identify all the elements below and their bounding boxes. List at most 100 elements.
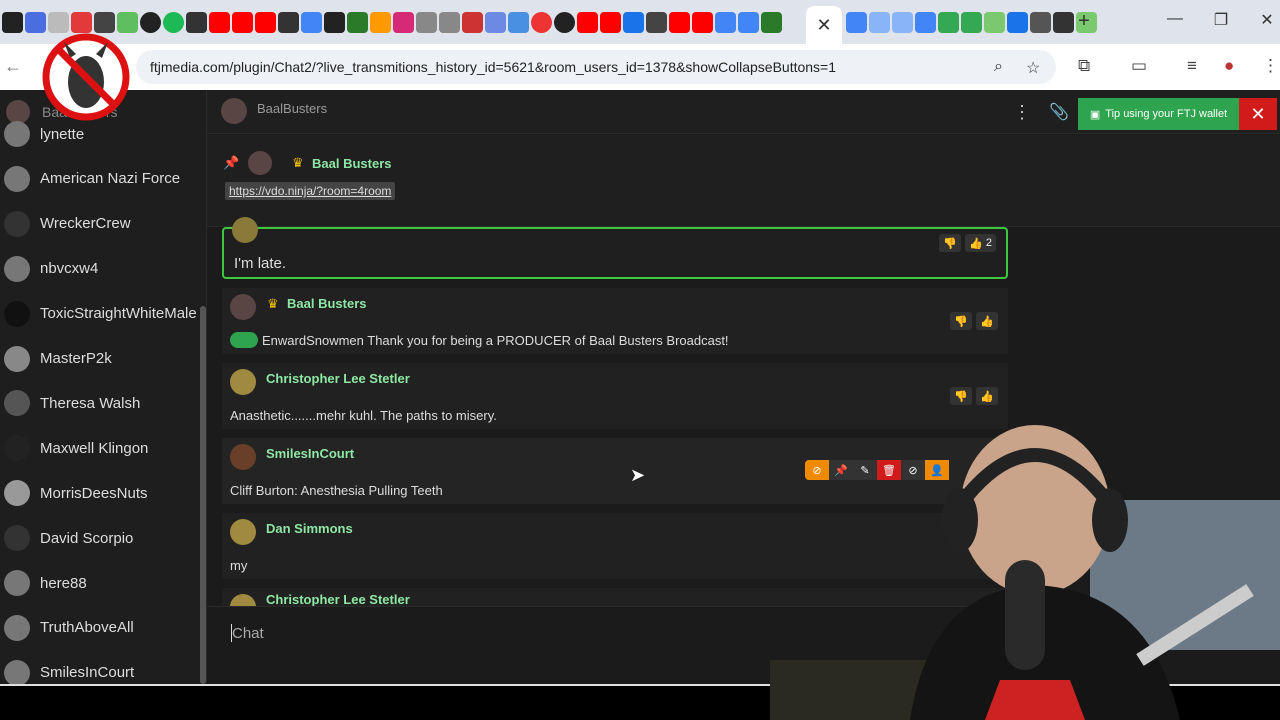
chat-input-placeholder[interactable]: Chat xyxy=(232,625,264,642)
browser-toolbar: ← ftjmedia.com/plugin/Chat2/?live_transm… xyxy=(0,44,1280,90)
thumbs-down-icon[interactable]: 👎 xyxy=(950,387,972,405)
thumbs-up-icon[interactable]: 👍 xyxy=(976,387,998,405)
chat-app: BaalBusters lynette American Nazi Force Wr… xyxy=(0,90,1280,684)
sidebar-user-name: MasterP2k xyxy=(40,350,112,367)
room-avatar xyxy=(221,98,247,124)
close-tab-icon[interactable]: ✕ xyxy=(816,15,831,36)
sidebar-user-item[interactable]: American Nazi Force xyxy=(0,159,200,199)
sidebar-scrollbar[interactable] xyxy=(200,306,206,684)
sidebar-user-item[interactable]: TruthAboveAll xyxy=(0,608,200,648)
sidebar-user-item[interactable]: nbvcxw4 xyxy=(0,249,200,289)
sidebar-user-item[interactable]: ToxicStraightWhiteMale xyxy=(0,294,200,334)
sidebar-user-name: Maxwell Klingon xyxy=(40,439,149,457)
thumbs-down-icon[interactable]: 👎 xyxy=(939,234,962,252)
room-title: BaalBusters xyxy=(257,101,328,116)
thumbs-down-icon[interactable]: 👎 xyxy=(976,537,998,555)
vote-buttons: 👎 👍 xyxy=(950,312,998,330)
url-text[interactable]: ftjmedia.com/plugin/Chat2/?live_transmit… xyxy=(150,59,836,75)
close-window-icon[interactable]: ✕ xyxy=(1252,10,1280,30)
sidebar-user-item[interactable]: David Scorpio xyxy=(0,518,200,558)
avatar xyxy=(4,345,30,372)
message-text: my xyxy=(230,558,248,573)
cast-icon[interactable]: ▭ xyxy=(1131,56,1147,76)
sidebar-user-item[interactable]: MorrisDeesNuts xyxy=(0,473,200,513)
search-icon[interactable]: ⌕ xyxy=(994,58,1003,76)
block-icon[interactable]: ⊘ xyxy=(901,460,925,480)
edit-icon[interactable]: ✎ xyxy=(853,460,877,480)
chat-message: I'm late. 👎 👍 2 xyxy=(222,217,1008,279)
crown-icon: ♛ xyxy=(292,155,304,170)
avatar xyxy=(230,369,256,395)
chat-message: ♛ Baal Busters EnwardSnowmen Thank you f… xyxy=(222,288,1008,354)
pin-action-icon[interactable]: 📌 xyxy=(829,460,853,480)
sidebar-user-item[interactable]: WreckerCrew xyxy=(0,204,200,244)
sidebar-user-item[interactable]: Theresa Walsh xyxy=(0,383,200,423)
avatar xyxy=(4,121,30,147)
pinned-author[interactable]: Baal Busters xyxy=(312,156,391,171)
media-controls-icon[interactable]: ≡ xyxy=(1187,56,1197,76)
avatar xyxy=(4,525,30,552)
sidebar-user-name: Theresa Walsh xyxy=(40,394,141,412)
extensions-icon[interactable]: ⧉ xyxy=(1078,56,1090,76)
delete-icon[interactable]: 🗑 xyxy=(877,460,901,480)
sidebar-user-name: ToxicStraightWhiteMale xyxy=(40,305,197,323)
avatar xyxy=(4,614,30,641)
more-options-icon[interactable]: ⋮ xyxy=(1013,102,1031,123)
sidebar-user-item[interactable]: here88 xyxy=(0,563,200,603)
message-author[interactable]: Dan Simmons xyxy=(266,521,353,536)
bookmark-star-icon[interactable]: ☆ xyxy=(1026,58,1040,78)
sidebar-user-name: TruthAboveAll xyxy=(40,619,134,637)
sidebar-user-name: MorrisDeesNuts xyxy=(40,484,148,502)
sidebar-user-name: American Nazi Force xyxy=(40,170,181,188)
sidebar-user-item[interactable]: MasterP2k xyxy=(0,339,200,379)
chat-header: BaalBusters ⋮ 📎 ▣ Tip using your FTJ wal… xyxy=(207,90,1280,134)
tip-label: Tip using your FTJ wallet xyxy=(1105,108,1228,120)
message-action-bar: ⊘ 📌 ✎ 🗑 ⊘ 👤 xyxy=(805,460,949,480)
mouse-cursor-icon: ➤ xyxy=(630,465,646,485)
sidebar-user-item[interactable]: SmilesInCourt xyxy=(0,653,200,684)
message-author[interactable]: Christopher Lee Stetler xyxy=(266,371,410,386)
chat-message: Dan Simmons my 👎 xyxy=(222,513,1008,579)
pinned-link[interactable]: https://vdo.ninja/?room=4room xyxy=(225,182,396,200)
vote-buttons: 👎 👍 xyxy=(950,387,998,405)
browser-menu-icon[interactable]: ⋮ xyxy=(1262,56,1279,76)
close-chat-button[interactable]: ✕ xyxy=(1239,98,1277,130)
maximize-icon[interactable]: ❐ xyxy=(1206,10,1236,30)
user-action-icon[interactable]: 👤 xyxy=(925,460,949,480)
sidebar-user-item[interactable]: Maxwell Klingon xyxy=(0,428,200,468)
minimize-icon[interactable]: — xyxy=(1160,10,1190,28)
thumbs-up-icon[interactable]: 👍 xyxy=(976,312,998,330)
chat-panel: BaalBusters ⋮ 📎 ▣ Tip using your FTJ wal… xyxy=(207,90,1280,684)
message-author[interactable]: Christopher Lee Stetler xyxy=(266,592,410,606)
pin-icon: 📌 xyxy=(223,155,240,170)
pinned-message: 📌 ♛ Baal Busters https://vdo.ninja/?room… xyxy=(207,135,1280,227)
profile-avatar[interactable]: ● xyxy=(1224,56,1234,76)
tip-action-icon[interactable]: ⊘ xyxy=(805,460,829,480)
avatar xyxy=(230,444,256,470)
avatar xyxy=(4,480,30,507)
attach-icon[interactable]: 📎 xyxy=(1049,102,1069,122)
sidebar-user-name: David Scorpio xyxy=(40,529,134,547)
screen: ✕ + — ❐ ✕ ← ftjmedia.com/plugin/Chat2/?l… xyxy=(0,0,1280,720)
new-tab-button[interactable]: + xyxy=(1073,9,1095,33)
tip-wallet-button[interactable]: ▣ Tip using your FTJ wallet xyxy=(1078,98,1239,130)
thumbs-down-icon[interactable]: 👎 xyxy=(950,312,972,330)
thumbs-up-button[interactable]: 👍 2 xyxy=(965,234,996,252)
producer-badge-icon xyxy=(230,332,258,348)
avatar xyxy=(248,151,272,175)
message-author[interactable]: SmilesInCourt xyxy=(266,446,354,461)
back-arrow-icon[interactable]: ← xyxy=(4,56,22,77)
avatar xyxy=(4,435,30,462)
avatar xyxy=(230,294,256,320)
avatar xyxy=(4,210,30,237)
active-tab[interactable]: ✕ xyxy=(806,6,842,44)
message-author[interactable]: Baal Busters xyxy=(287,296,366,311)
sidebar-user-name: lynette xyxy=(40,125,85,143)
crown-icon: ♛ xyxy=(267,296,279,311)
chat-input[interactable]: Chat xyxy=(207,606,1280,684)
avatar xyxy=(4,255,30,282)
pinned-tabs[interactable] xyxy=(0,10,782,34)
address-bar[interactable]: ftjmedia.com/plugin/Chat2/?live_transmit… xyxy=(136,50,1056,84)
more-tabs[interactable] xyxy=(846,10,1097,33)
avatar xyxy=(230,519,256,545)
